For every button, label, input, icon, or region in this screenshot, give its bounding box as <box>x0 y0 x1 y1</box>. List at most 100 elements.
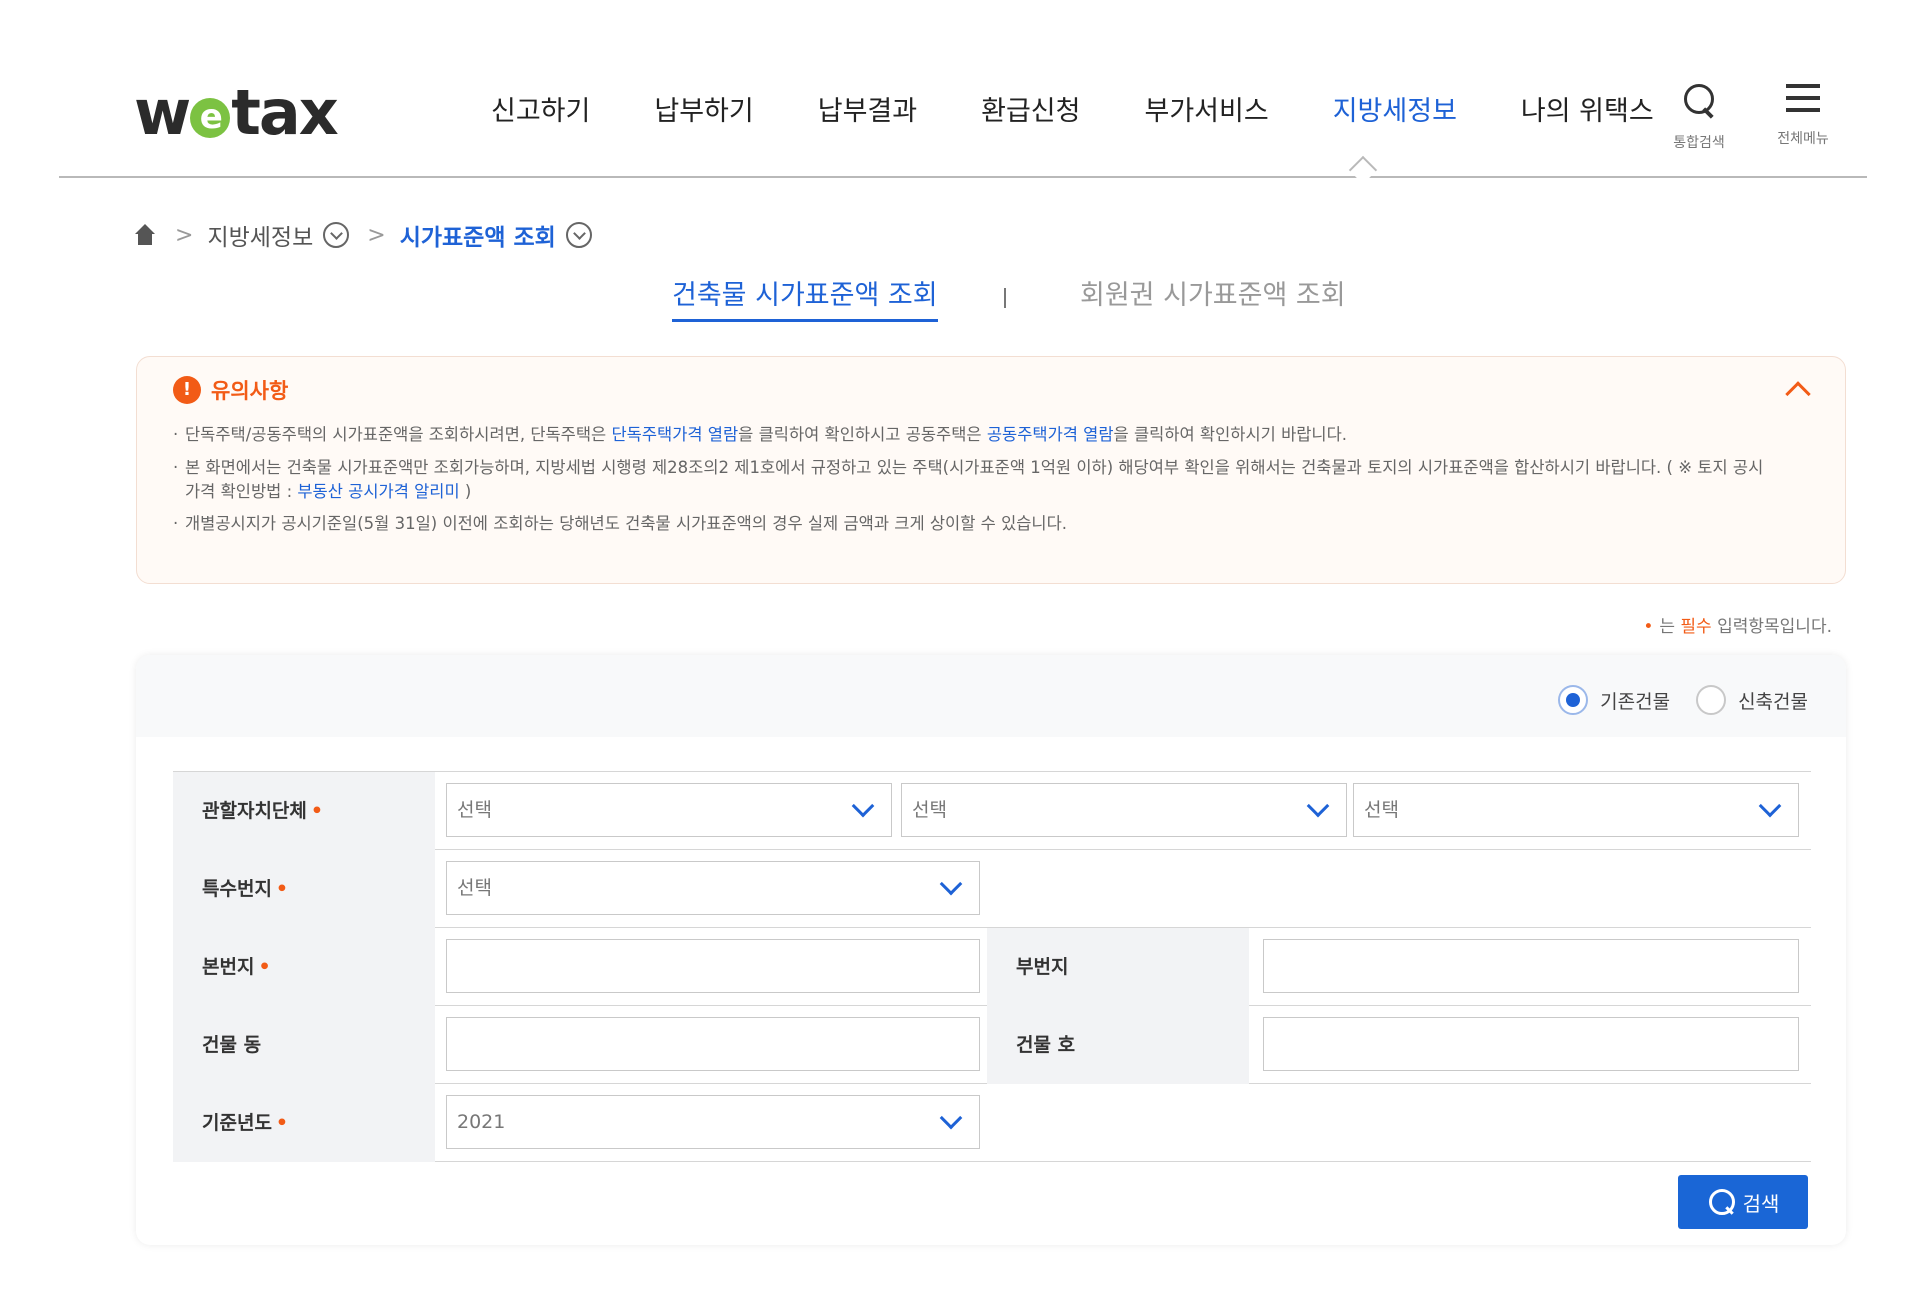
notice-text: 단독주택/공동주택의 시가표준액을 조회하시려면, 단독주택은 <box>185 425 612 444</box>
breadcrumb-level2-dropdown-icon[interactable] <box>565 222 592 248</box>
form-row-jurisdiction: 관할자치단체 • 선택 선택 선택 <box>173 772 1811 850</box>
form-row-special-lot: 특수번지 • 선택 <box>173 850 1811 928</box>
nav-item-refund[interactable]: 환급신청 <box>981 92 1080 132</box>
required-mark: • <box>310 800 324 822</box>
chevron-up-icon[interactable] <box>1785 381 1811 407</box>
logo-e-mark: e <box>190 98 231 138</box>
notice-text: ) <box>459 482 472 501</box>
required-note-suffix: 입력항목입니다. <box>1711 617 1832 637</box>
active-nav-indicator <box>1348 155 1378 185</box>
notice-list: 단독주택/공동주택의 시가표준액을 조회하시려면, 단독주택은 단독주택가격 열… <box>173 423 1773 545</box>
required-note-keyword: 필수 <box>1680 617 1712 637</box>
search-icon <box>1681 82 1717 118</box>
existing-building-label[interactable]: 기존건물 <box>1600 687 1670 714</box>
search-form-card: 기존건물 신축건물 관할자치단체 • 선택 선택 선택 특수번지 • 선택 본번지 •… <box>136 655 1846 1245</box>
chevron-right-icon: > <box>367 222 386 248</box>
notice-text: 을 클릭하여 확인하시기 바랍니다. <box>1113 425 1348 444</box>
required-note: • 는 필수 입력항목입니다. <box>1643 612 1832 637</box>
page-tabs: 건축물 시가표준액 조회 회원권 시가표준액 조회 <box>0 276 1918 326</box>
breadcrumb-level1[interactable]: 지방세정보 <box>207 218 313 252</box>
sigungu-select[interactable]: 선택 <box>901 783 1347 837</box>
jurisdiction-label: 관할자치단체 • <box>173 772 435 850</box>
tab-divider <box>1004 288 1006 308</box>
nav-item-local-tax-info[interactable]: 지방세정보 <box>1333 92 1457 132</box>
breadcrumb-level1-dropdown-icon[interactable] <box>323 222 350 248</box>
unified-search-label: 통합검색 <box>1673 135 1725 151</box>
new-building-label[interactable]: 신축건물 <box>1738 687 1808 714</box>
dong-select-value: 선택 <box>1364 799 1399 821</box>
notice-item: 단독주택/공동주택의 시가표준액을 조회하시려면, 단독주택은 단독주택가격 열… <box>173 423 1773 447</box>
notice-item: 본 화면에서는 건축물 시가표준액만 조회가능하며, 지방세법 시행령 제28조… <box>173 456 1773 504</box>
form-row-base-year: 기준년도 • 2021 <box>173 1084 1811 1162</box>
chevron-down-icon <box>1758 794 1782 818</box>
form-row-building-unit: 건물 동 건물 호 <box>173 1006 1811 1084</box>
search-icon <box>1707 1187 1737 1217</box>
home-icon[interactable] <box>133 224 157 246</box>
notice-item: 개별공시지가 공시기준일(5월 31일) 이전에 조회하는 당해년도 건축물 시… <box>173 512 1773 536</box>
building-type-bar: 기존건물 신축건물 <box>136 655 1846 737</box>
base-year-select[interactable]: 2021 <box>446 1095 980 1149</box>
search-button[interactable]: 검색 <box>1678 1175 1808 1229</box>
main-lot-label-text: 본번지 <box>202 956 255 978</box>
sub-lot-label: 부번지 <box>987 928 1249 1006</box>
unified-search-button[interactable]: 통합검색 <box>1659 82 1739 152</box>
building-dong-input[interactable] <box>446 1017 980 1071</box>
apartment-price-link[interactable]: 공동주택가격 열람 <box>987 425 1114 444</box>
nav-item-pay-result[interactable]: 납부결과 <box>818 92 917 132</box>
tab-building-standard-price[interactable]: 건축물 시가표준액 조회 <box>672 276 938 322</box>
main-nav: 신고하기 납부하기 납부결과 환급신청 부가서비스 지방세정보 나의 위택스 <box>491 92 1654 132</box>
wetax-logo[interactable]: w e tax <box>134 78 339 148</box>
sido-select-value: 선택 <box>457 799 492 821</box>
sub-lot-input[interactable] <box>1263 939 1799 993</box>
special-lot-select[interactable]: 선택 <box>446 861 980 915</box>
chevron-down-icon <box>1306 794 1330 818</box>
hamburger-menu-icon <box>1786 82 1820 114</box>
special-lot-select-value: 선택 <box>457 877 492 899</box>
required-mark: • <box>258 956 271 978</box>
building-ho-label: 건물 호 <box>987 1006 1249 1084</box>
all-menu-label: 전체메뉴 <box>1777 131 1829 147</box>
building-dong-label: 건물 동 <box>173 1006 435 1084</box>
required-mark: • <box>275 1112 289 1134</box>
all-menu-button[interactable]: 전체메뉴 <box>1763 82 1843 148</box>
notice-title: 유의사항 <box>211 379 289 403</box>
chevron-down-icon <box>939 1106 963 1130</box>
form-row-lot-number: 본번지 • 부번지 <box>173 928 1811 1006</box>
detached-house-price-link[interactable]: 단독주택가격 열람 <box>611 425 738 444</box>
nav-item-pay[interactable]: 납부하기 <box>654 92 753 132</box>
exclamation-icon: ! <box>173 376 201 404</box>
building-type-radio-group: 기존건물 신축건물 <box>1558 685 1808 715</box>
special-lot-label-text: 특수번지 <box>202 878 272 900</box>
tab-membership-standard-price[interactable]: 회원권 시가표준액 조회 <box>1080 276 1346 316</box>
sido-select[interactable]: 선택 <box>446 783 892 837</box>
jurisdiction-label-text: 관할자치단체 <box>202 800 307 822</box>
search-button-label: 검색 <box>1742 1191 1780 1216</box>
base-year-label-text: 기준년도 <box>202 1112 272 1134</box>
dong-select[interactable]: 선택 <box>1353 783 1799 837</box>
sigungu-select-value: 선택 <box>912 799 947 821</box>
notice-box: ! 유의사항 단독주택/공동주택의 시가표준액을 조회하시려면, 단독주택은 단… <box>136 356 1846 584</box>
main-lot-input[interactable] <box>446 939 980 993</box>
base-year-label: 기준년도 • <box>173 1084 435 1162</box>
chevron-right-icon: > <box>175 222 194 248</box>
nav-item-report[interactable]: 신고하기 <box>491 92 590 132</box>
nav-item-my-wetax[interactable]: 나의 위택스 <box>1521 92 1654 132</box>
required-dot: • <box>1643 617 1654 637</box>
search-form-table: 관할자치단체 • 선택 선택 선택 특수번지 • 선택 본번지 • 부번지 건물 동 … <box>173 771 1811 1162</box>
site-header: w e tax 신고하기 납부하기 납부결과 환급신청 부가서비스 지방세정보 나의… <box>59 0 1867 185</box>
notice-text: 을 클릭하여 확인하시고 공동주택은 <box>738 425 987 444</box>
required-mark: • <box>275 878 289 900</box>
chevron-down-icon <box>851 794 875 818</box>
existing-building-radio[interactable] <box>1558 685 1589 715</box>
breadcrumb: > 지방세정보 > 시가표준액 조회 <box>133 218 610 252</box>
nav-item-extra-services[interactable]: 부가서비스 <box>1145 92 1269 132</box>
main-lot-label: 본번지 • <box>173 928 435 1006</box>
special-lot-label: 특수번지 • <box>173 850 435 928</box>
breadcrumb-level2[interactable]: 시가표준액 조회 <box>400 218 556 252</box>
required-note-prefix: 는 <box>1659 617 1681 637</box>
base-year-select-value: 2021 <box>457 1111 506 1133</box>
building-ho-input[interactable] <box>1263 1017 1799 1071</box>
realty-price-notice-link[interactable]: 부동산 공시가격 알리미 <box>297 482 459 501</box>
notice-header: ! 유의사항 <box>173 375 288 405</box>
new-building-radio[interactable] <box>1696 685 1727 715</box>
